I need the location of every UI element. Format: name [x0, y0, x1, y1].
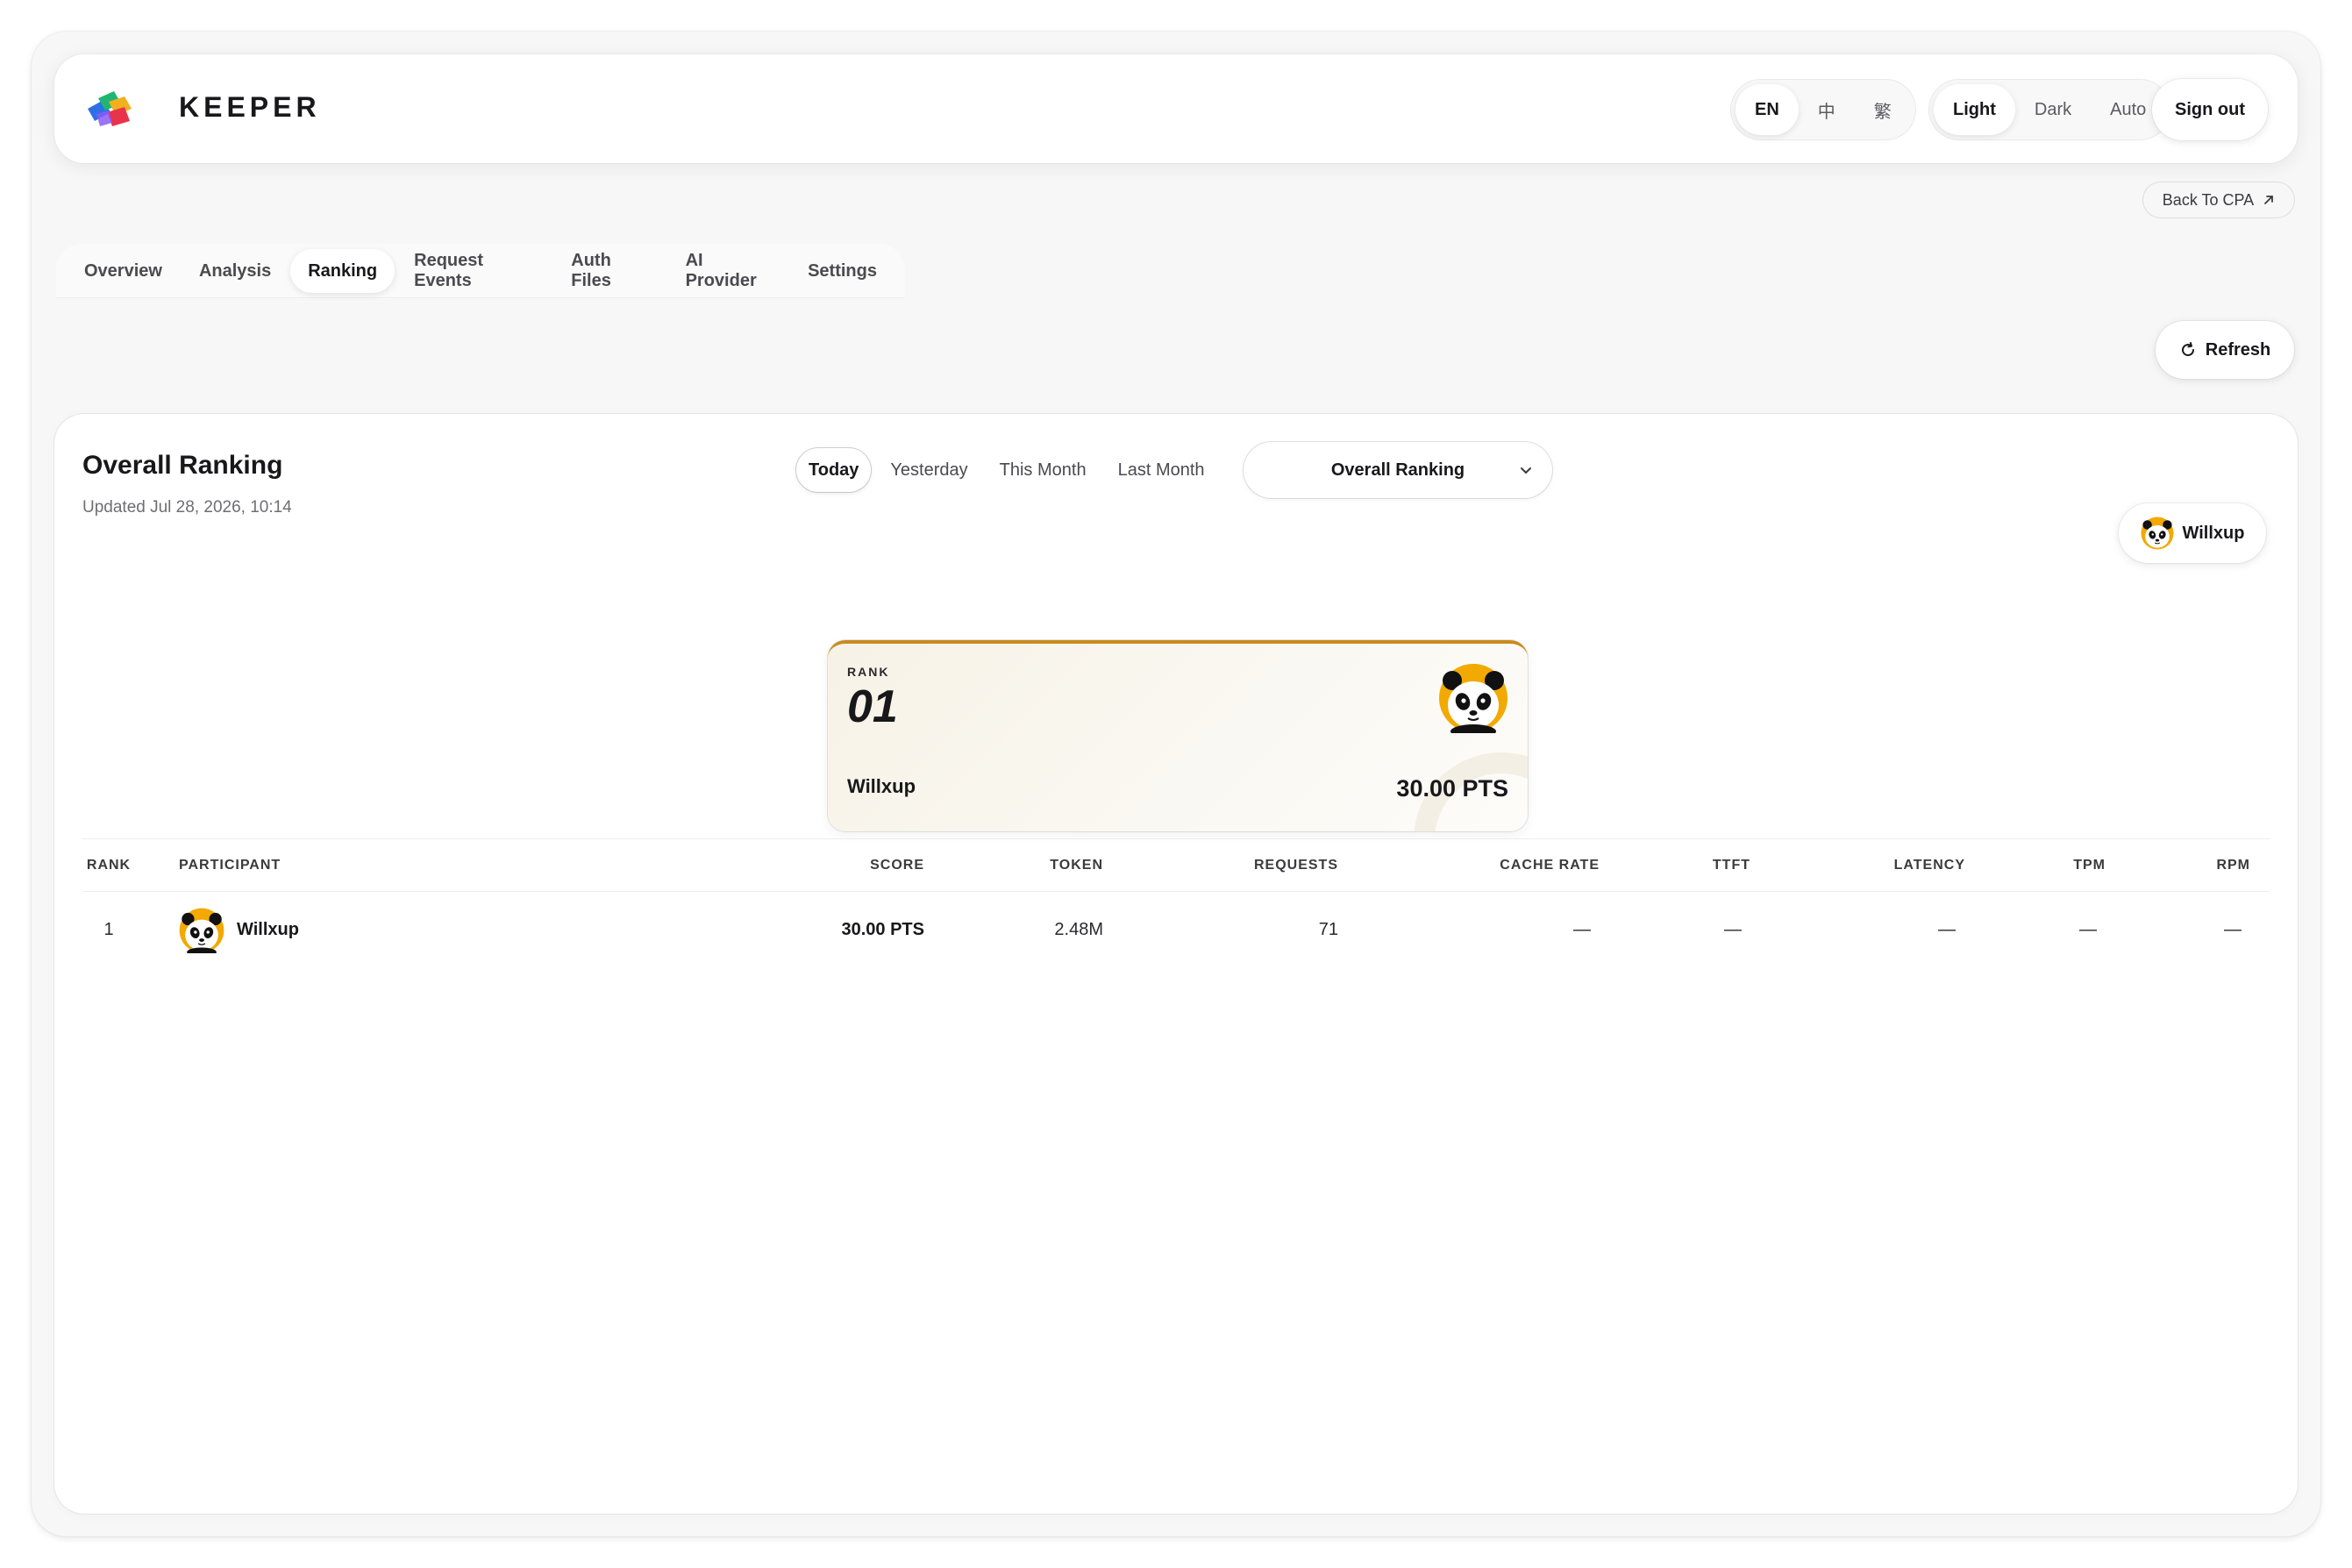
- theme-switcher: Light Dark Auto: [1928, 79, 2170, 140]
- col-token-header[interactable]: TOKEN: [959, 839, 1103, 891]
- tab-ranking[interactable]: Ranking: [290, 249, 396, 293]
- tab-settings[interactable]: Settings: [790, 249, 894, 293]
- lang-zh-traditional-button[interactable]: 繁: [1855, 84, 1911, 135]
- page-title: Overall Ranking: [82, 451, 283, 480]
- col-cache-rate-header[interactable]: CACHE RATE: [1398, 839, 1600, 891]
- col-score-header[interactable]: SCORE: [749, 839, 924, 891]
- col-rank-header[interactable]: RANK: [82, 839, 135, 891]
- updated-timestamp: Updated Jul 28, 2026, 10:14: [82, 498, 292, 517]
- cell-rpm: —: [2224, 920, 2242, 939]
- period-yesterday-button[interactable]: Yesterday: [878, 448, 980, 492]
- col-requests-header[interactable]: REQUESTS: [1163, 839, 1338, 891]
- tab-ai-provider[interactable]: AI Provider: [668, 249, 789, 293]
- podium-rank-number: 01: [847, 681, 898, 732]
- col-ttft-header[interactable]: TTFT: [1661, 839, 1750, 891]
- lang-en-button[interactable]: EN: [1735, 84, 1799, 135]
- tab-request-events[interactable]: Request Events: [396, 249, 552, 293]
- tab-analysis[interactable]: Analysis: [182, 249, 289, 293]
- app-window: KEEPER EN 中 繁 Light Dark Auto Sign out B…: [32, 32, 2320, 1536]
- panda-avatar-icon: [179, 908, 225, 953]
- cell-participant: Willxup: [179, 892, 299, 968]
- cell-ttft: —: [1724, 920, 1742, 939]
- back-to-cpa-label: Back To CPA: [2162, 190, 2255, 209]
- cell-token: 2.48M: [1054, 920, 1103, 939]
- chevron-down-icon: [1521, 467, 1531, 474]
- main-tabs: Overview Analysis Ranking Request Events…: [56, 244, 905, 298]
- ranking-board-select-value: Overall Ranking: [1330, 460, 1465, 480]
- podium-score: 30.00 PTS: [1396, 775, 1508, 802]
- table-header-row: RANK PARTICIPANT SCORE TOKEN REQUESTS CA…: [82, 838, 2270, 891]
- participant-name: Willxup: [237, 920, 299, 939]
- col-tpm-header[interactable]: TPM: [2012, 839, 2106, 891]
- arrow-up-right-icon: [2264, 196, 2274, 204]
- language-switcher: EN 中 繁: [1730, 79, 1916, 140]
- ranking-table: RANK PARTICIPANT SCORE TOKEN REQUESTS CA…: [82, 838, 2270, 968]
- cell-score: 30.00 PTS: [841, 920, 924, 939]
- col-latency-header[interactable]: LATENCY: [1836, 839, 1965, 891]
- col-rpm-header[interactable]: RPM: [2170, 839, 2250, 891]
- top-header: KEEPER EN 中 繁 Light Dark Auto Sign out: [54, 54, 2298, 163]
- col-participant-header[interactable]: PARTICIPANT: [179, 839, 281, 891]
- panda-avatar-icon: [1439, 664, 1507, 733]
- podium-participant-name: Willxup: [847, 775, 916, 797]
- lang-zh-simplified-button[interactable]: 中: [1799, 84, 1855, 135]
- refresh-icon: [2181, 342, 2194, 357]
- period-filter: Today Yesterday This Month Last Month: [796, 445, 1217, 495]
- tab-overview[interactable]: Overview: [67, 249, 180, 293]
- current-user-name: Willxup: [2182, 523, 2245, 543]
- cell-latency: —: [1938, 920, 1956, 939]
- cell-tpm: —: [2079, 920, 2097, 939]
- theme-light-button[interactable]: Light: [1934, 84, 2015, 135]
- cell-rank: 1: [103, 920, 114, 939]
- keeper-logo-icon[interactable]: [84, 89, 139, 128]
- ranking-panel: Overall Ranking Updated Jul 28, 2026, 10…: [54, 414, 2298, 1514]
- refresh-label: Refresh: [2205, 339, 2271, 360]
- podium-card-rank-1: RANK 01 Willxup 30.00 PTS: [828, 640, 1528, 831]
- brand-name: KEEPER: [179, 91, 321, 123]
- theme-dark-button[interactable]: Dark: [2015, 84, 2091, 135]
- current-user-chip[interactable]: Willxup: [2119, 503, 2266, 563]
- period-today-button[interactable]: Today: [796, 448, 872, 492]
- panda-avatar-icon: [2141, 517, 2174, 550]
- period-this-month-button[interactable]: This Month: [987, 448, 1099, 492]
- tab-auth-files[interactable]: Auth Files: [553, 249, 666, 293]
- cell-cache-rate: —: [1573, 920, 1591, 939]
- refresh-button[interactable]: Refresh: [2156, 321, 2294, 379]
- podium-rank-label: RANK: [847, 665, 890, 679]
- ranking-board-select[interactable]: Overall Ranking: [1244, 442, 1552, 498]
- back-to-cpa-link[interactable]: Back To CPA: [2143, 182, 2294, 217]
- period-last-month-button[interactable]: Last Month: [1106, 448, 1217, 492]
- sign-out-button[interactable]: Sign out: [2152, 79, 2268, 140]
- cell-requests: 71: [1318, 920, 1338, 939]
- table-row[interactable]: 1 Willxup 30.00 PTS 2.48M 71 — — — — —: [82, 891, 2270, 968]
